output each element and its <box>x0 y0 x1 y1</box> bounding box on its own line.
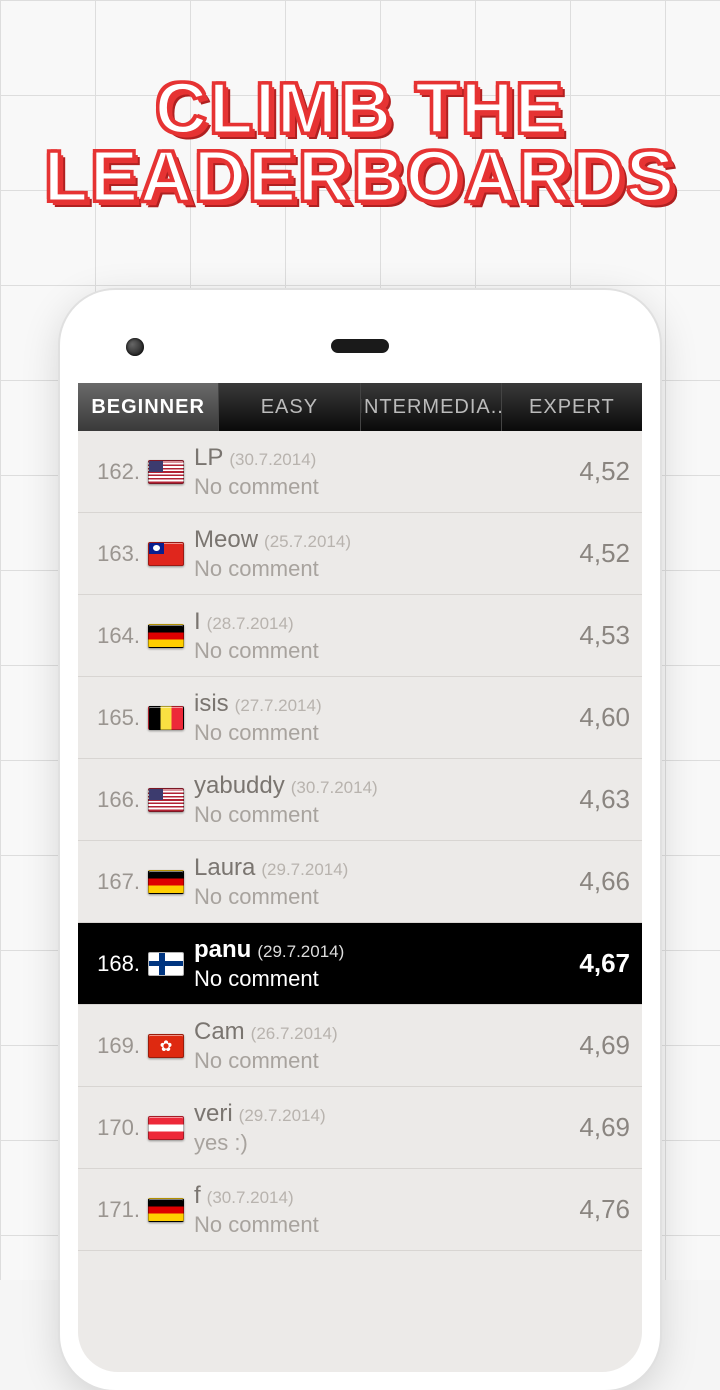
date-label: (27.7.2014) <box>235 696 322 716</box>
score-value: 4,53 <box>569 620 630 651</box>
leaderboard-rows[interactable]: 162.LP(30.7.2014)No comment4,52163.Meow(… <box>78 431 642 1251</box>
leaderboard-row[interactable]: 165. isis (27.7.2014) No comment4,60 <box>78 677 642 759</box>
date-label: (30.7.2014) <box>229 450 316 470</box>
score-value: 4,76 <box>569 1194 630 1225</box>
comment-text: No comment <box>194 638 569 664</box>
date-label: (30.7.2014) <box>207 1188 294 1208</box>
rank-number: 168. <box>86 951 148 977</box>
leaderboard-row[interactable]: 166. yabuddy (30.7.2014) No comment4,63 <box>78 759 642 841</box>
flag-icon <box>148 460 184 484</box>
username: I <box>194 608 201 636</box>
headline-line2: LEADERBOARDS <box>0 143 720 211</box>
tab-easy[interactable]: EASY <box>219 383 360 431</box>
rank-number: 167. <box>86 869 148 895</box>
flag-icon <box>148 952 184 976</box>
date-label: (29.7.2014) <box>239 1106 326 1126</box>
rank-number: 169. <box>86 1033 148 1059</box>
comment-text: No comment <box>194 556 569 582</box>
username: LP <box>194 444 223 472</box>
leaderboard-row[interactable]: 164. I (28.7.2014) No comment4,53 <box>78 595 642 677</box>
phone-frame: BEGINNEREASYINTERMEDIA..EXPERT 162. LP (30… <box>60 290 660 1390</box>
comment-text: No comment <box>194 802 569 828</box>
date-label: (29.7.2014) <box>261 860 348 880</box>
leaderboard-row[interactable]: 170. veri (29.7.2014) yes :)4,69 <box>78 1087 642 1169</box>
username: Cam <box>194 1018 245 1046</box>
flag-icon <box>148 1198 184 1222</box>
date-label: (25.7.2014) <box>264 532 351 552</box>
comment-text: No comment <box>194 1048 569 1074</box>
leaderboard-row[interactable]: 162. LP (30.7.2014) No comment4,52 <box>78 431 642 513</box>
row-main: I (28.7.2014) No comment <box>194 608 569 664</box>
comment-text: No comment <box>194 474 569 500</box>
rank-number: 165. <box>86 705 148 731</box>
leaderboard-row[interactable]: 167. Laura (29.7.2014) No comment4,66 <box>78 841 642 923</box>
row-main: panu (29.7.2014) No comment <box>194 936 569 992</box>
row-main: Meow (25.7.2014) No comment <box>194 526 569 582</box>
comment-text: yes :) <box>194 1130 569 1156</box>
tabs-bar: BEGINNEREASYINTERMEDIA..EXPERT <box>78 383 642 431</box>
rank-number: 164. <box>86 623 148 649</box>
row-main: Cam (26.7.2014) No comment <box>194 1018 569 1074</box>
row-main: Laura (29.7.2014) No comment <box>194 854 569 910</box>
tab-beginner[interactable]: BEGINNER <box>78 383 219 431</box>
leaderboard-row[interactable]: 171. f (30.7.2014) No comment4,76 <box>78 1169 642 1251</box>
score-value: 4,69 <box>569 1030 630 1061</box>
score-value: 4,52 <box>569 538 630 569</box>
leaderboard-row[interactable]: 168. panu (29.7.2014) No comment4,67 <box>78 923 642 1005</box>
headline: CLIMB THE LEADERBOARDS <box>0 0 720 212</box>
rank-number: 171. <box>86 1197 148 1223</box>
phone-inner: BEGINNEREASYINTERMEDIA..EXPERT 162. LP (30… <box>78 308 642 1372</box>
score-value: 4,63 <box>569 784 630 815</box>
row-main: yabuddy (30.7.2014) No comment <box>194 772 569 828</box>
comment-text: No comment <box>194 720 569 746</box>
leaderboard-row[interactable]: 169. Cam (26.7.2014) No comment4,69 <box>78 1005 642 1087</box>
leaderboard-row[interactable]: 163. Meow (25.7.2014) No comment4,52 <box>78 513 642 595</box>
date-label: (30.7.2014) <box>291 778 378 798</box>
flag-icon <box>148 1116 184 1140</box>
score-value: 4,52 <box>569 456 630 487</box>
flag-icon <box>148 870 184 894</box>
speaker-icon <box>331 339 389 353</box>
comment-text: No comment <box>194 884 569 910</box>
date-label: (26.7.2014) <box>251 1024 338 1044</box>
headline-line1: CLIMB THE <box>0 75 720 143</box>
flag-icon <box>148 1034 184 1058</box>
flag-icon <box>148 788 184 812</box>
tab-intermedia[interactable]: INTERMEDIA.. <box>361 383 502 431</box>
screen: BEGINNEREASYINTERMEDIA..EXPERT 162. LP (30… <box>78 383 642 1372</box>
score-value: 4,66 <box>569 866 630 897</box>
row-main: isis (27.7.2014) No comment <box>194 690 569 746</box>
row-main: f (30.7.2014) No comment <box>194 1182 569 1238</box>
username: Laura <box>194 854 255 882</box>
rank-number: 163. <box>86 541 148 567</box>
score-value: 4,60 <box>569 702 630 733</box>
username: panu <box>194 936 251 964</box>
row-main: LP (30.7.2014) No comment <box>194 444 569 500</box>
comment-text: No comment <box>194 966 569 992</box>
username: f <box>194 1182 201 1210</box>
username: yabuddy <box>194 772 285 800</box>
row-main: veri (29.7.2014) yes :) <box>194 1100 569 1156</box>
flag-icon <box>148 706 184 730</box>
phone-top-bar <box>78 308 642 383</box>
rank-number: 162. <box>86 459 148 485</box>
date-label: (28.7.2014) <box>207 614 294 634</box>
flag-icon <box>148 542 184 566</box>
username: veri <box>194 1100 233 1128</box>
comment-text: No comment <box>194 1212 569 1238</box>
username: isis <box>194 690 229 718</box>
score-value: 4,67 <box>569 948 630 979</box>
rank-number: 170. <box>86 1115 148 1141</box>
username: Meow <box>194 526 258 554</box>
flag-icon <box>148 624 184 648</box>
score-value: 4,69 <box>569 1112 630 1143</box>
tab-expert[interactable]: EXPERT <box>502 383 642 431</box>
date-label: (29.7.2014) <box>257 942 344 962</box>
rank-number: 166. <box>86 787 148 813</box>
camera-icon <box>126 338 144 356</box>
